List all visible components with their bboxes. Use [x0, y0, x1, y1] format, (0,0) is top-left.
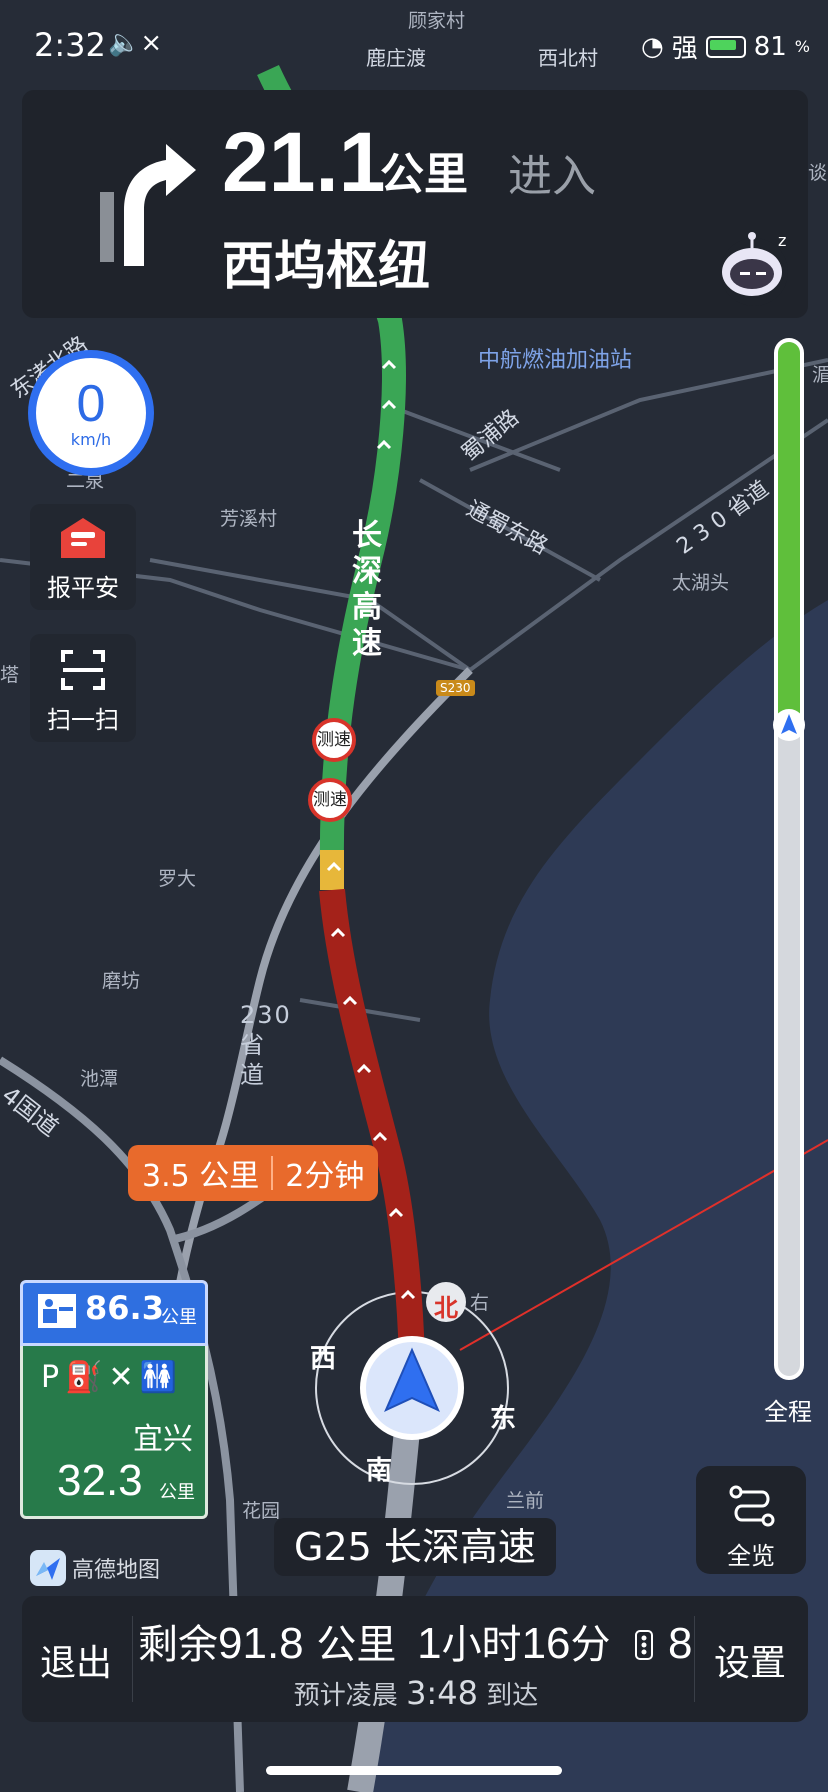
status-right: ◔ 强 81%	[641, 28, 810, 65]
speedometer: 0 km/h	[28, 350, 154, 476]
progress-position-icon	[773, 708, 805, 741]
provincial-road-label: 230省道	[240, 1001, 290, 1089]
battery-level: 81	[753, 31, 787, 62]
parking-icon: P	[41, 1360, 66, 1395]
signal-icon: ◔	[641, 31, 664, 62]
service-distance-unit: 公里	[161, 1307, 197, 1328]
mute-x: ×	[140, 28, 163, 58]
restaurant-icon: ✕	[108, 1360, 140, 1395]
compass-west: 西	[310, 1344, 337, 1374]
amap-logo-icon	[30, 1550, 66, 1586]
mail-icon	[61, 518, 105, 558]
poi-label: 中航燃油加油站	[478, 348, 633, 373]
sign-city: 宜兴	[133, 1422, 193, 1457]
mute-icon: 🔈×	[108, 28, 163, 58]
route-overview-icon	[729, 1485, 775, 1527]
map-label: 兰前	[506, 1490, 545, 1512]
traffic-light-count: 8	[667, 1619, 693, 1668]
facility-icons: P⛽✕🚻	[41, 1360, 183, 1395]
route-progress-fill	[778, 342, 800, 725]
eta-line: 预计凌晨 3:48 到达	[138, 1674, 694, 1712]
traffic-jam-callout[interactable]: 3.5 公里 2分钟	[128, 1145, 379, 1201]
speed-camera-icon: 测速	[308, 778, 352, 822]
exit-button[interactable]: 退出	[40, 1634, 112, 1686]
map-label: 右	[470, 1292, 490, 1314]
map-label: 谈	[808, 162, 828, 184]
highway-label-vertical: 长深高速	[352, 518, 384, 661]
signal-label: 强	[671, 34, 698, 64]
traffic-light-icon	[635, 1630, 654, 1660]
map-label: 花园	[242, 1500, 281, 1522]
map-label: 罗大	[158, 868, 197, 890]
status-time: 2:32	[34, 26, 106, 64]
scan-button[interactable]: 扫一扫	[30, 634, 136, 742]
remaining-summary: 剩余91.8 公里 1小时16分 8	[138, 1612, 704, 1670]
map-label: 湄	[812, 364, 828, 386]
jam-distance: 3.5 公里	[142, 1159, 260, 1194]
compass-east: 东	[490, 1404, 517, 1434]
overview-button[interactable]: 全览	[696, 1466, 806, 1574]
divider	[694, 1616, 695, 1702]
speed-value: 0	[76, 375, 106, 433]
divider	[132, 1616, 133, 1702]
jam-time: 2分钟	[285, 1159, 365, 1194]
sign-city-distance: 32.3	[57, 1456, 143, 1505]
hours-unit: 小时	[441, 1622, 522, 1668]
navigation-bottom-bar: 退出 剩余91.8 公里 1小时16分 8 预计凌晨 3:48 到达 设置	[22, 1596, 808, 1722]
map-label: 太湖头	[672, 572, 730, 594]
instruction-distance-unit: 公里	[380, 149, 468, 200]
service-station-icon	[38, 1294, 76, 1328]
svg-text:z: z	[778, 231, 786, 250]
voice-assistant-icon[interactable]: z	[712, 226, 796, 310]
eta-suffix: 到达	[486, 1681, 539, 1711]
map-label: 塔	[0, 664, 20, 686]
minutes-unit: 分	[570, 1622, 611, 1668]
battery-icon	[705, 35, 746, 58]
compass-south: 南	[366, 1456, 393, 1486]
settings-button[interactable]: 设置	[714, 1634, 786, 1686]
eta-time: 3:48	[406, 1674, 478, 1712]
overview-label: 全览	[727, 1542, 775, 1570]
service-distance: 86.3	[85, 1289, 164, 1327]
report-safe-button[interactable]: 报平安	[30, 504, 136, 610]
restroom-icon: 🚻	[139, 1360, 183, 1395]
eta-prefix: 预计凌晨	[293, 1681, 398, 1711]
report-safe-label: 报平安	[47, 574, 119, 602]
scan-label: 扫一扫	[47, 706, 119, 734]
speed-unit: km/h	[70, 430, 112, 449]
map-label: 芳溪村	[220, 508, 278, 530]
fuel-icon: ⛽	[65, 1360, 109, 1395]
instruction-road: 西坞枢纽	[222, 237, 431, 297]
map-label: 磨坊	[102, 970, 141, 992]
remaining-distance: 91.8	[218, 1619, 304, 1668]
brand-name: 高德地图	[72, 1558, 161, 1583]
car-position-marker	[360, 1336, 464, 1440]
instruction-distance: 21.1	[222, 115, 386, 209]
current-road-name: G25 长深高速	[274, 1518, 556, 1576]
sign-city-unit: 公里	[159, 1482, 195, 1503]
remaining-hours: 1	[417, 1619, 442, 1668]
remaining-unit: 公里	[316, 1622, 397, 1668]
remaining-label: 剩余	[138, 1622, 218, 1668]
remaining-minutes: 16	[521, 1619, 571, 1668]
speed-camera-icon: 测速	[312, 718, 356, 762]
map-label: 池潭	[80, 1068, 119, 1090]
scan-icon	[61, 650, 105, 690]
instruction-action: 进入	[508, 151, 596, 202]
app-brand: 高德地图	[30, 1550, 160, 1586]
turn-right-arrow-icon	[100, 144, 196, 266]
compass-north: 北	[434, 1294, 458, 1322]
route-progress-bar	[774, 338, 804, 1380]
home-indicator[interactable]	[266, 1766, 562, 1775]
turn-instruction-card[interactable]: 21.1 公里 进入 西坞枢纽	[22, 90, 808, 318]
service-area-sign[interactable]: 86.3 公里 P⛽✕🚻 宜兴 32.3 公里	[20, 1280, 208, 1519]
road-shield: S230	[436, 680, 475, 696]
battery-unit: %	[794, 37, 810, 56]
route-progress-label: 全程	[764, 1398, 812, 1426]
callout-divider	[271, 1156, 274, 1190]
status-bar: 2:32 🔈× ◔ 强 81%	[0, 22, 828, 70]
